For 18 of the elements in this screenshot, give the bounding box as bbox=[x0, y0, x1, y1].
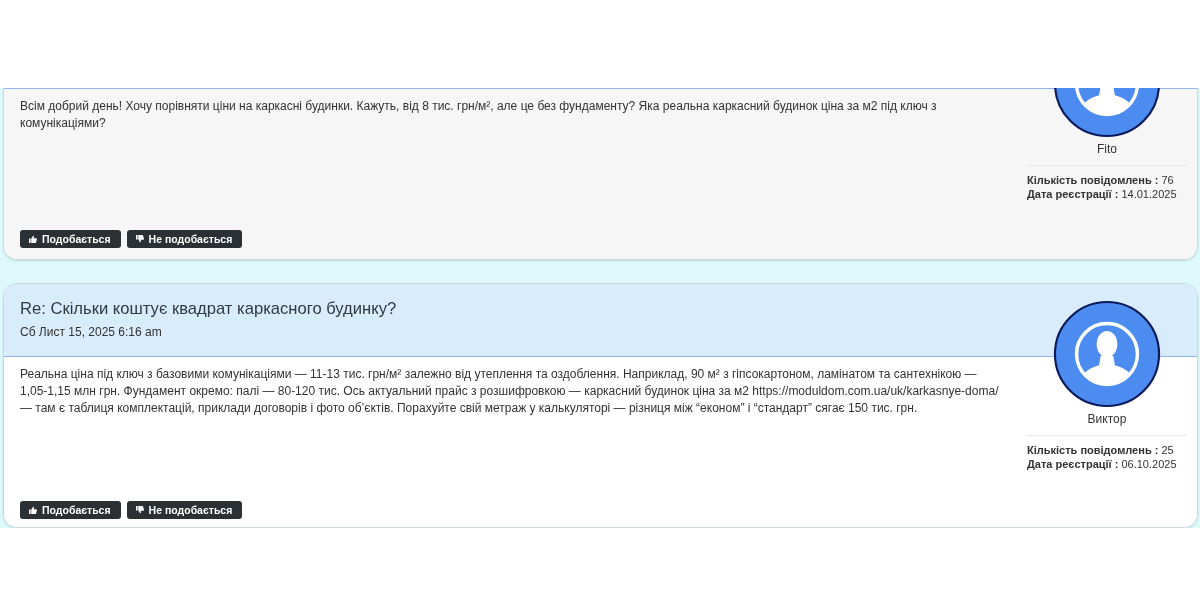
author-stat: Дата реєстрації : 14.01.2025 bbox=[1027, 187, 1178, 201]
thumbs-down-icon bbox=[135, 235, 144, 243]
author-stat: Дата реєстрації : 06.10.2025 bbox=[1027, 457, 1178, 471]
thumbs-up-icon bbox=[29, 235, 37, 243]
author-stat: Кількість повідомлень : 76 bbox=[1027, 173, 1175, 187]
post-title: Re: Скільки коштує квадрат каркасного будинку? bbox=[20, 298, 398, 320]
dislike-button[interactable]: Не подобається bbox=[126, 501, 243, 519]
dislike-button[interactable]: Не подобається bbox=[126, 230, 243, 248]
author-stat: Кількість повідомлень : 25 bbox=[1027, 443, 1175, 457]
thumbs-up-icon bbox=[29, 506, 37, 514]
like-button[interactable]: Подобається bbox=[20, 501, 121, 519]
username[interactable]: Fito bbox=[1097, 141, 1117, 157]
like-button[interactable]: Подобається bbox=[20, 230, 121, 248]
post-text: Всім добрий день! Хочу порівняти ціни на каркасні будинки. Кажуть, від 8 тис. грн/м², але це без фундаменту? Яка реальна каркасний будинок ціна за м2 під ключ з комунікаціями? bbox=[20, 98, 938, 132]
post-date: Сб Лист 15, 2025 6:16 am bbox=[20, 324, 163, 340]
thumbs-down-icon bbox=[135, 506, 144, 514]
post-text: Реальна ціна під ключ з базовими комунікаціями — 11-13 тис. грн/м² залежно від утеплення та оздоблення. Наприклад, 90 м² з гіпсокартоном, ламінатом та сантехнікою — 1,05-1,15 млн грн. Фундамент окремо: палі — 80-120 тис. Ось актуальний прайс з розшифровкою — каркасний будинок ціна за м2 https://moduldom.com.ua/uk/karkasnye-doma/ — там є таблиця комплектацій, приклади договорів і фото об’єктів. Порахуйте свій метраж у калькуляторі — різниця між “економ” і “стандарт” сягає 150 тис. грн. bbox=[20, 366, 1000, 417]
username[interactable]: Виктор bbox=[1087, 411, 1127, 427]
